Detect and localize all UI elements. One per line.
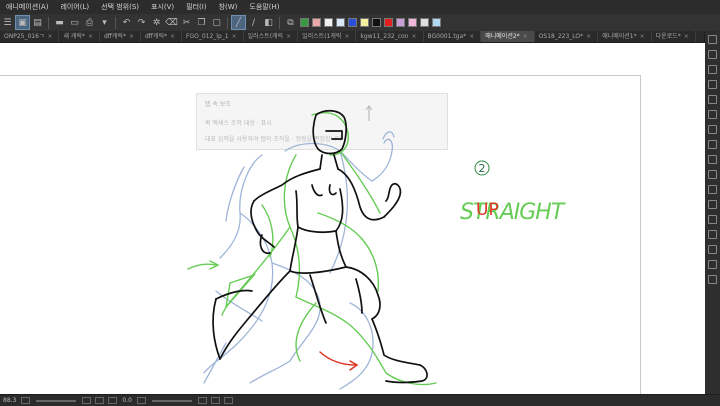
palette-icon[interactable] bbox=[708, 170, 717, 179]
palette-icon[interactable] bbox=[708, 35, 717, 44]
palette-icon[interactable] bbox=[708, 185, 717, 194]
palette-icon[interactable] bbox=[708, 110, 717, 119]
rotation-value[interactable]: 0.0 bbox=[119, 397, 135, 404]
palette-icon[interactable] bbox=[708, 260, 717, 269]
document-tab[interactable]: kgw11_232_con × bbox=[356, 31, 424, 42]
paste-icon[interactable]: ▢ bbox=[210, 16, 223, 29]
command-bar: ☰ ▣ ▤ ▬ ▭ ⎙ ▾ ↶ ↷ ✲ ⌫ ✂ ❐ ▢ ╱ ∕ ◧ ⧉ bbox=[0, 14, 720, 32]
color-swatch[interactable] bbox=[299, 18, 309, 27]
color-swatch[interactable] bbox=[395, 18, 405, 27]
menu-filter[interactable]: 필터(I) bbox=[180, 0, 212, 14]
color-swatch[interactable] bbox=[335, 18, 345, 27]
palette-icon[interactable] bbox=[708, 80, 717, 89]
export-icon[interactable]: ▾ bbox=[98, 16, 111, 29]
zoom-slider[interactable] bbox=[36, 399, 77, 402]
document-tab[interactable]: 애니메이션1* × bbox=[598, 31, 652, 42]
palette-icon[interactable] bbox=[708, 50, 717, 59]
annotation-notes: 2 STRAIGHT UP bbox=[460, 160, 567, 225]
zoom-out-icon[interactable] bbox=[21, 397, 31, 404]
document-tab[interactable]: 일러스트(1캐릭 × bbox=[298, 31, 357, 42]
drawing-canvas[interactable]: 탭 속 보조 퀵 액세스 조작 대상 · 표시 대표 입력을 사용하여 탭의 조… bbox=[0, 43, 705, 394]
zoom-value[interactable]: 88.3 bbox=[0, 397, 19, 404]
palette-icon[interactable] bbox=[708, 155, 717, 164]
palette-icon[interactable] bbox=[708, 140, 717, 149]
toolbar-divider bbox=[48, 16, 49, 29]
toolbar-divider bbox=[227, 16, 228, 29]
color-swatch[interactable] bbox=[371, 18, 381, 27]
menu-view[interactable]: 표시(V) bbox=[145, 0, 180, 14]
layer-property-icon[interactable]: ⧉ bbox=[284, 16, 297, 29]
rotate-right-icon[interactable] bbox=[197, 397, 207, 404]
menu-selection[interactable]: 선택 범위(S) bbox=[95, 0, 145, 14]
gradient-tool-icon[interactable]: ◧ bbox=[262, 16, 275, 29]
palette-icon[interactable] bbox=[708, 125, 717, 134]
cursor-icon bbox=[365, 105, 373, 121]
sketch-layer: 2 STRAIGHT UP bbox=[187, 105, 567, 390]
document-tab[interactable]: dff캐릭* × bbox=[141, 31, 182, 42]
cut-icon[interactable]: ✂ bbox=[180, 16, 193, 29]
document-tab[interactable]: FGO_012_lp_1 × bbox=[182, 31, 244, 42]
palette-icon[interactable] bbox=[708, 245, 717, 254]
document-tab[interactable]: OS18_223_LO* × bbox=[535, 31, 599, 42]
color-swatch[interactable] bbox=[311, 18, 321, 27]
toolbar-divider bbox=[279, 16, 280, 29]
menu-bar: 애니메이션(A) 레이어(L) 선택 범위(S) 표시(V) 필터(I) 창(W… bbox=[0, 0, 720, 14]
palette-icon[interactable] bbox=[708, 65, 717, 74]
rotate-left-icon[interactable] bbox=[136, 397, 146, 404]
zoom-in-icon[interactable] bbox=[82, 397, 92, 404]
document-tab[interactable]: ONP25_016ㄱ × bbox=[0, 31, 60, 42]
new-canvas-icon[interactable]: ▣ bbox=[15, 15, 30, 30]
color-swatch[interactable] bbox=[419, 18, 429, 27]
color-swatch[interactable] bbox=[359, 18, 369, 27]
document-tab-active[interactable]: 애니메이션2* × bbox=[481, 31, 535, 42]
menu-layer[interactable]: 레이어(L) bbox=[54, 0, 95, 14]
actual-size-icon[interactable] bbox=[108, 397, 118, 404]
status-bar: 88.3 0.0 bbox=[0, 394, 720, 406]
settings-icon[interactable]: ✲ bbox=[150, 16, 163, 29]
open-file-icon[interactable]: ▤ bbox=[31, 16, 44, 29]
palette-icon[interactable] bbox=[708, 215, 717, 224]
fit-screen-icon[interactable] bbox=[95, 397, 105, 404]
document-tab[interactable]: BG0001.tga* × bbox=[424, 31, 482, 42]
reset-rotation-icon[interactable] bbox=[210, 397, 220, 404]
undo-icon[interactable]: ↶ bbox=[120, 16, 133, 29]
rotation-slider[interactable] bbox=[151, 399, 192, 402]
document-tab[interactable]: dff캐릭* × bbox=[100, 31, 141, 42]
print-icon[interactable]: ⎙ bbox=[83, 16, 96, 29]
flip-horizontal-icon[interactable] bbox=[223, 397, 233, 404]
palette-icon[interactable] bbox=[708, 275, 717, 284]
color-swatch[interactable] bbox=[431, 18, 441, 27]
document-tab-bar: ONP25_016ㄱ × 새 캐릭* × dff캐릭* × dff캐릭* × FGO_0… bbox=[0, 31, 705, 43]
color-swatch[interactable] bbox=[323, 18, 333, 27]
palette-icon[interactable] bbox=[708, 95, 717, 104]
save-icon[interactable]: ▬ bbox=[53, 16, 66, 29]
redo-icon[interactable]: ↷ bbox=[135, 16, 148, 29]
black-line-art bbox=[212, 109, 428, 384]
pen-tool-icon[interactable]: ╱ bbox=[231, 15, 246, 30]
document-tab[interactable]: 일러스트(캐릭 × bbox=[244, 31, 299, 42]
note-number: 2 bbox=[479, 162, 486, 175]
color-swatch[interactable] bbox=[347, 18, 357, 27]
document-tab[interactable]: 다운로드* × bbox=[652, 31, 696, 42]
palette-icon[interactable] bbox=[708, 230, 717, 239]
document-tab[interactable]: 새 캐릭* × bbox=[59, 31, 100, 42]
menu-window[interactable]: 창(W) bbox=[213, 0, 244, 14]
menu-help[interactable]: 도움말(H) bbox=[243, 0, 285, 14]
red-motion-arrow bbox=[319, 351, 359, 371]
menu-animation[interactable]: 애니메이션(A) bbox=[0, 0, 54, 14]
save-as-icon[interactable]: ▭ bbox=[68, 16, 81, 29]
palette-icon[interactable] bbox=[708, 200, 717, 209]
brush-tool-icon[interactable]: ∕ bbox=[247, 16, 260, 29]
clear-icon[interactable]: ⌫ bbox=[165, 16, 178, 29]
toolbar-divider bbox=[115, 16, 116, 29]
copy-icon[interactable]: ❐ bbox=[195, 16, 208, 29]
hamburger-menu-icon[interactable]: ☰ bbox=[1, 16, 14, 29]
color-swatch[interactable] bbox=[407, 18, 417, 27]
right-palette-bar bbox=[704, 31, 720, 397]
note-up: UP bbox=[476, 200, 499, 220]
color-swatch[interactable] bbox=[383, 18, 393, 27]
